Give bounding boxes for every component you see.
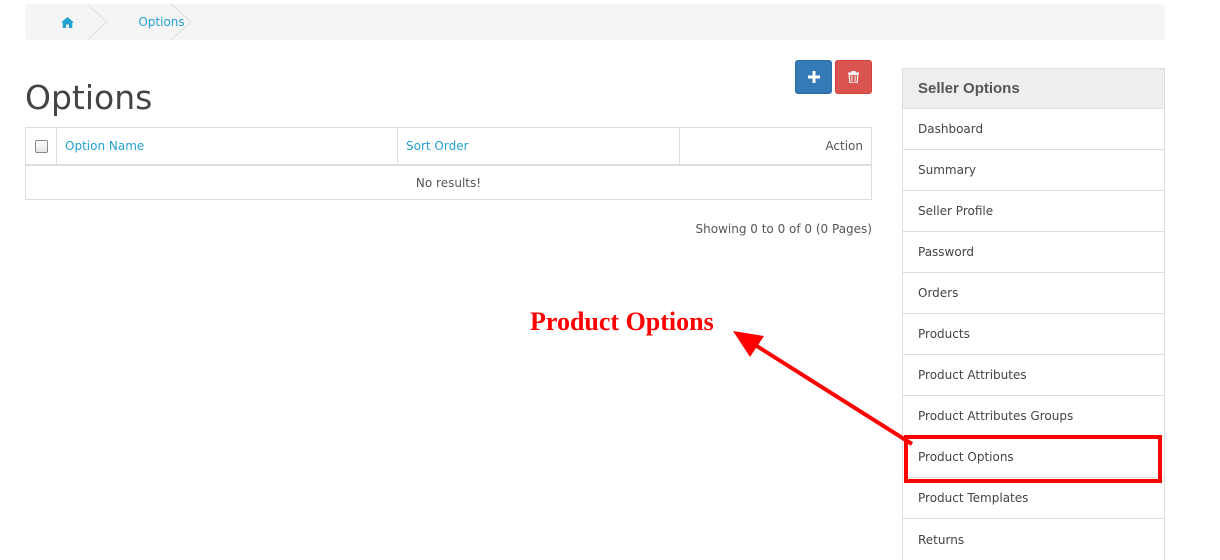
annotation-arrow xyxy=(733,331,914,446)
annotation-label: Product Options xyxy=(530,307,714,336)
